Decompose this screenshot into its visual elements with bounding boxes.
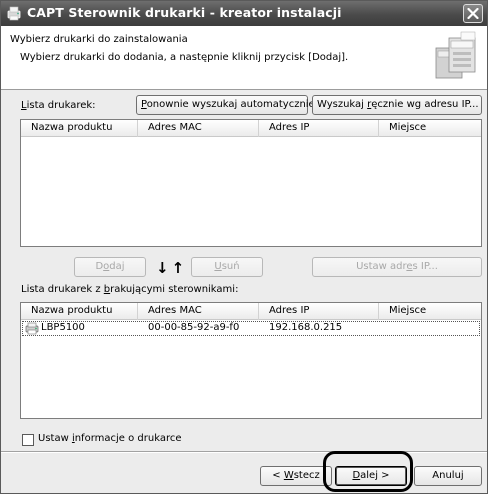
column-ip-address[interactable]: Adres IP bbox=[259, 303, 379, 320]
column-location[interactable]: Miejsce bbox=[379, 303, 483, 320]
header-subtitle: Wybierz drukarki do dodania, a następnie… bbox=[20, 52, 349, 63]
window-title: CAPT Sterownik drukarki - kreator instal… bbox=[27, 5, 342, 20]
footer-divider bbox=[1, 451, 487, 453]
missing-drivers-list[interactable]: Nazwa produktu Adres MAC Adres IP Miejsc… bbox=[20, 302, 482, 419]
column-product-name[interactable]: Nazwa produktu bbox=[21, 303, 138, 320]
cancel-button[interactable]: Anuluj bbox=[414, 466, 482, 486]
row-focus-rect bbox=[22, 321, 480, 336]
installer-window: CAPT Sterownik drukarki - kreator instal… bbox=[0, 0, 488, 494]
printer-list-label: Lista drukarek: bbox=[21, 100, 96, 111]
set-printer-info-checkbox[interactable] bbox=[22, 434, 34, 446]
move-arrows-icon: ↓↑ bbox=[156, 259, 188, 277]
close-icon bbox=[467, 8, 479, 19]
manual-ip-search-button[interactable]: Wyszukaj ręcznie wg adresu IP... bbox=[312, 95, 482, 115]
printer-list-header: Nazwa produktu Adres MAC Adres IP Miejsc… bbox=[21, 120, 481, 137]
cell-product-name: LBP5100 bbox=[41, 322, 85, 333]
next-button[interactable]: Dalej > bbox=[335, 466, 407, 486]
rescan-automatically-button[interactable]: Ponownie wyszukaj automatycznie bbox=[136, 95, 315, 115]
table-row[interactable]: LBP5100 00-00-85-92-a9-f0 192.168.0.215 bbox=[21, 321, 481, 336]
column-location[interactable]: Miejsce bbox=[379, 120, 483, 137]
column-mac-address[interactable]: Adres MAC bbox=[138, 303, 259, 320]
missing-drivers-list-header: Nazwa produktu Adres MAC Adres IP Miejsc… bbox=[21, 303, 481, 320]
missing-drivers-list-label: Lista drukarek z brakującymi sterownikam… bbox=[21, 284, 239, 295]
back-button[interactable]: < Wstecz bbox=[260, 466, 332, 486]
wizard-header: Wybierz drukarki do zainstalowania Wybie… bbox=[1, 26, 487, 90]
cell-ip-address: 192.168.0.215 bbox=[269, 322, 343, 333]
remove-button[interactable]: Usuń bbox=[191, 257, 263, 277]
header-title: Wybierz drukarki do zainstalowania bbox=[10, 34, 188, 45]
set-printer-info-label[interactable]: Ustaw informacje o drukarce bbox=[38, 433, 182, 444]
cell-mac-address: 00-00-85-92-a9-f0 bbox=[148, 322, 240, 333]
printer-app-icon bbox=[6, 6, 22, 21]
column-ip-address[interactable]: Adres IP bbox=[259, 120, 379, 137]
printer-list[interactable]: Nazwa produktu Adres MAC Adres IP Miejsc… bbox=[20, 119, 482, 247]
printer-icon bbox=[25, 322, 39, 335]
column-mac-address[interactable]: Adres MAC bbox=[138, 120, 259, 137]
printers-illustration-icon bbox=[435, 31, 476, 79]
column-product-name[interactable]: Nazwa produktu bbox=[21, 120, 138, 137]
add-button[interactable]: Dodaj bbox=[74, 257, 146, 277]
set-ip-address-button[interactable]: Ustaw adres IP... bbox=[312, 257, 482, 277]
title-bar[interactable]: CAPT Sterownik drukarki - kreator instal… bbox=[1, 1, 487, 26]
close-button[interactable] bbox=[463, 4, 483, 23]
